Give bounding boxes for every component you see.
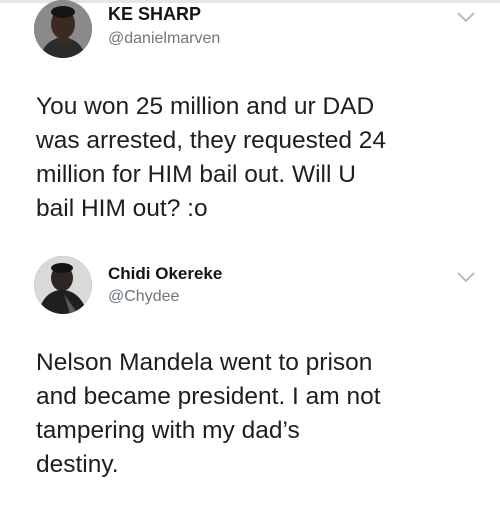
display-name[interactable]: Chidi Okereke (108, 264, 222, 284)
tweet-text-line: You won 25 million and ur DAD (36, 93, 375, 120)
chevron-down-icon[interactable] (455, 10, 477, 24)
tweet-text-line: bail HIM out? :o (36, 195, 208, 222)
user-handle[interactable]: @danielmarven (108, 30, 220, 48)
user-handle[interactable]: @Chydee (108, 288, 179, 306)
tweet-text-line: Nelson Mandela went to prison (36, 349, 373, 376)
chevron-down-icon[interactable] (455, 270, 477, 284)
tweet-text-line: destiny. (36, 451, 119, 478)
tweet-text-line: million for HIM bail out. Will U (36, 161, 356, 188)
tweet-text: You won 25 million and ur DAD was arrest… (36, 90, 486, 226)
display-name[interactable]: KE SHARP (108, 4, 201, 25)
avatar[interactable] (34, 0, 92, 58)
tweet-text: Nelson Mandela went to prison and became… (36, 346, 486, 482)
tweet-text-line: tampering with my dad’s (36, 417, 300, 444)
tweet-text-line: and became president. I am not (36, 383, 381, 410)
avatar[interactable] (34, 256, 92, 314)
tweet-text-line: was arrested, they requested 24 (36, 127, 387, 154)
user-avatar-photo-icon (34, 0, 92, 58)
tweet-card[interactable]: Chidi Okereke @Chydee Nelson Mandela wen… (0, 250, 500, 505)
user-avatar-photo-icon (34, 256, 92, 314)
tweet-card[interactable]: KE SHARP @danielmarven You won 25 millio… (0, 0, 500, 255)
